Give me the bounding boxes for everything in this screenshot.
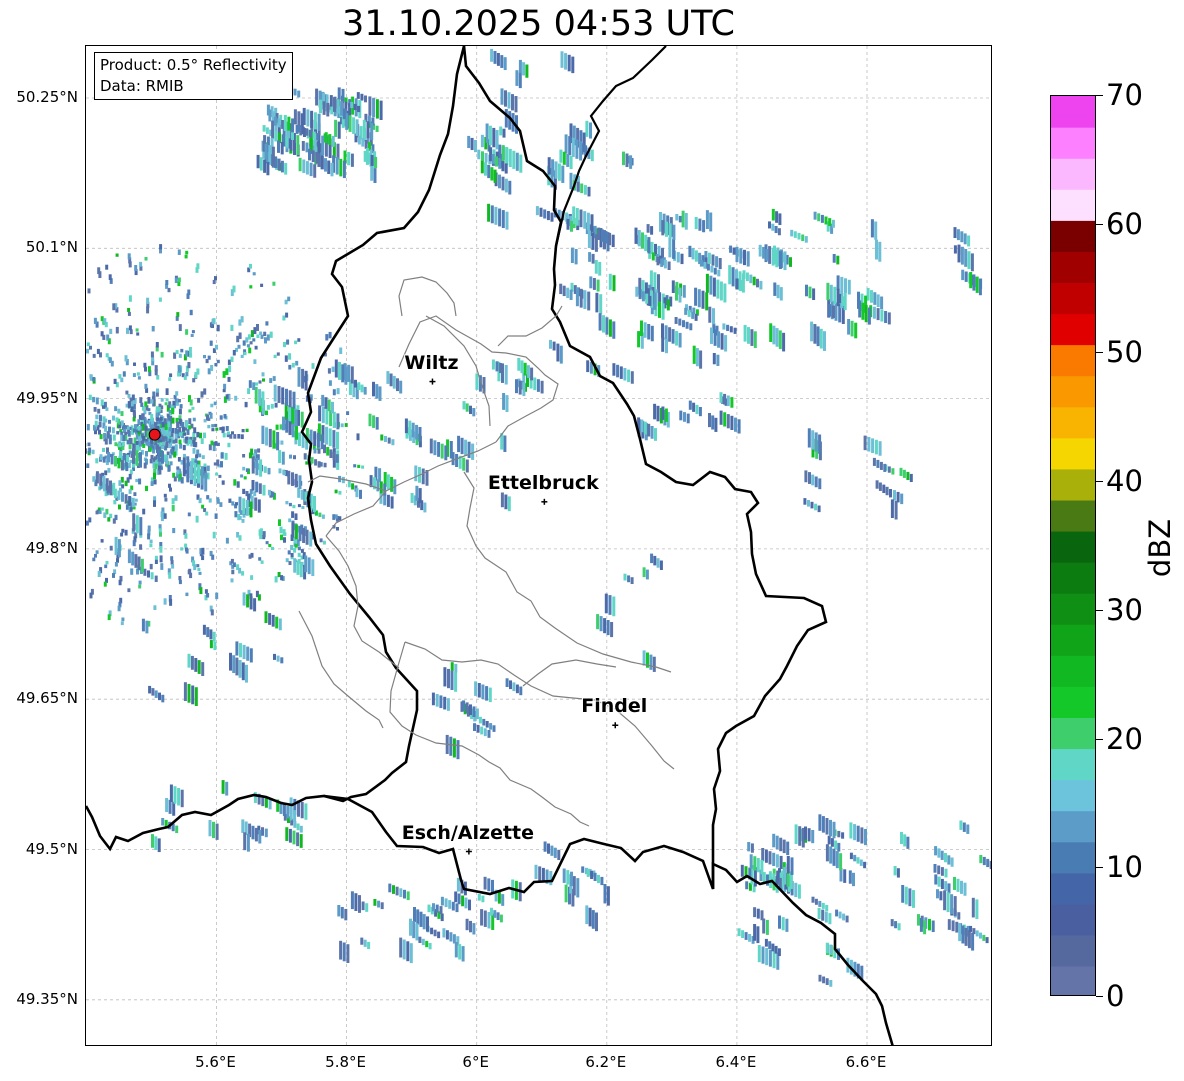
colorbar-segment [1051, 686, 1095, 718]
colorbar-segment [1051, 872, 1095, 905]
colorbar-segment [1051, 96, 1095, 128]
colorbar-tick-label: 10 [1106, 850, 1143, 885]
colorbar-tick-mark [1096, 223, 1103, 225]
colorbar-tick-label: 70 [1106, 78, 1143, 112]
colorbar-segment [1051, 655, 1095, 687]
colorbar-tick-label: 0 [1106, 979, 1125, 1013]
colorbar-tick-mark [1096, 481, 1103, 483]
colorbar [1050, 95, 1096, 996]
colorbar-segment [1051, 127, 1095, 159]
chart-title: 31.10.2025 04:53 UTC [342, 4, 735, 44]
colorbar-segment [1051, 810, 1095, 843]
lon-tick-label: 6°E [462, 1053, 489, 1071]
reflectivity-echoes [86, 48, 991, 987]
city-marker [541, 498, 548, 505]
colorbar-segment [1051, 841, 1095, 874]
lat-tick-label: 49.8°N [25, 538, 78, 557]
lat-tick-label: 49.65°N [16, 689, 78, 708]
lat-tick-label: 49.5°N [25, 839, 78, 858]
colorbar-segment [1051, 748, 1095, 781]
colorbar-tick-mark [1096, 738, 1103, 740]
colorbar-segment [1051, 282, 1095, 315]
product-label: Product: 0.5° Reflectivity [100, 56, 287, 74]
colorbar-segment [1051, 499, 1095, 532]
colorbar-tick-label: 40 [1106, 464, 1143, 499]
colorbar-segment [1051, 468, 1095, 501]
data-source-label: Data: RMIB [100, 77, 184, 95]
colorbar-segment [1051, 779, 1095, 812]
colorbar-segment [1051, 965, 1095, 995]
lat-tick-label: 50.1°N [25, 238, 78, 257]
graticule [86, 46, 991, 1045]
canton-borders [298, 276, 675, 827]
radar-site-marker [148, 428, 161, 441]
colorbar-segment [1051, 593, 1095, 625]
colorbar-segment [1051, 251, 1095, 284]
colorbar-tick-mark [1096, 95, 1103, 96]
colorbar-tick-label: 60 [1106, 206, 1143, 241]
lon-tick-label: 5.6°E [195, 1053, 236, 1071]
city-marker [429, 378, 436, 385]
colorbar-segment [1051, 406, 1095, 439]
city-label: Ettelbruck [487, 471, 599, 494]
colorbar-tick-label: 20 [1106, 721, 1143, 756]
colorbar-segment [1051, 903, 1095, 936]
colorbar-tick-mark [1096, 609, 1103, 611]
lat-tick-label: 50.25°N [16, 88, 78, 106]
colorbar-segment [1051, 313, 1095, 346]
colorbar-segment [1051, 624, 1095, 656]
product-info-box: Product: 0.5° Reflectivity Data: RMIB [94, 52, 293, 100]
colorbar-segment [1051, 717, 1095, 750]
colorbar-segment [1051, 934, 1095, 967]
colorbar-segment [1051, 344, 1095, 377]
colorbar-tick-label: 30 [1106, 592, 1143, 627]
lon-tick-label: 6.4°E [715, 1053, 757, 1071]
lat-tick-label: 49.35°N [16, 989, 78, 1008]
country-border-north [462, 46, 828, 889]
city-label: Esch/Alzette [401, 821, 535, 844]
colorbar-segment [1051, 220, 1095, 252]
colorbar-segment [1051, 375, 1095, 408]
colorbar-segment [1051, 530, 1095, 563]
colorbar-segment [1051, 562, 1095, 594]
colorbar-tick-mark [1096, 996, 1103, 997]
city-label: Findel [581, 695, 648, 718]
colorbar-segment [1051, 158, 1095, 190]
map-canvas [86, 46, 991, 1045]
colorbar-gradient [1051, 96, 1095, 995]
colorbar-segment [1051, 437, 1095, 470]
lon-tick-label: 6.6°E [845, 1053, 887, 1071]
lon-tick-label: 5.8°E [325, 1053, 367, 1071]
colorbar-tick-label: 50 [1106, 335, 1143, 370]
lon-tick-label: 6.2°E [585, 1053, 627, 1071]
colorbar-tick-mark [1096, 867, 1103, 869]
lat-tick-label: 49.95°N [16, 388, 78, 407]
colorbar-label: dBZ [1143, 518, 1177, 578]
city-label: Wiltz [404, 351, 459, 374]
radar-map [85, 45, 992, 1046]
colorbar-tick-mark [1096, 352, 1103, 354]
city-marker [612, 722, 619, 729]
colorbar-segment [1051, 189, 1095, 221]
